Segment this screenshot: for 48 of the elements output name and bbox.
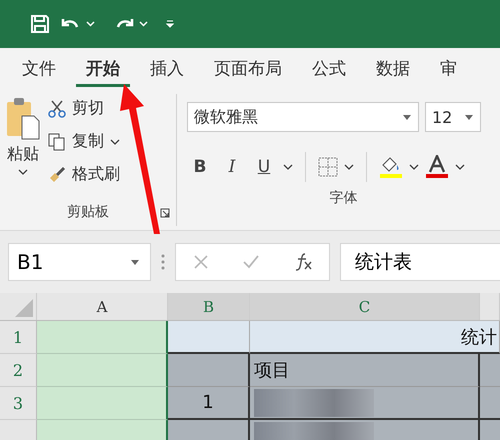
group-label: 剪贴板 [67, 203, 109, 221]
ribbon-tab[interactable]: 审 [430, 51, 467, 87]
table-cell: 1 [168, 387, 250, 420]
italic-button[interactable]: I [219, 157, 245, 177]
font-size-field[interactable]: 12 [425, 102, 481, 132]
ribbon-tab[interactable]: 页面布局 [204, 51, 292, 87]
cut-button[interactable]: 剪切 [46, 94, 122, 123]
dialog-launcher-icon[interactable] [160, 208, 170, 218]
font-name-field[interactable]: 微软雅黑 [187, 102, 419, 132]
fill-color-icon[interactable] [379, 155, 403, 179]
caret-icon[interactable] [455, 164, 465, 170]
scissors-icon [48, 100, 66, 118]
customize-icon[interactable] [166, 20, 174, 28]
table-cell: 统计 [250, 321, 500, 354]
clipboard-icon [6, 96, 40, 140]
column-header[interactable]: B [168, 293, 250, 320]
ribbon-tab[interactable]: 插入 [140, 51, 194, 87]
copy-button[interactable]: 复制 [46, 127, 122, 156]
ribbon-tab[interactable]: 文件 [12, 51, 66, 87]
dropdown-icon [130, 258, 140, 266]
format-painter-button[interactable]: 格式刷 [46, 160, 122, 189]
dropdown-icon [402, 114, 412, 120]
brush-icon [48, 166, 66, 184]
group-label: 字体 [330, 189, 358, 207]
save-icon[interactable] [30, 14, 50, 34]
ribbon-tab[interactable]: 公式 [302, 51, 356, 87]
grip-icon [161, 253, 165, 271]
row-header[interactable]: 2 [0, 354, 37, 387]
underline-button[interactable]: U [251, 157, 277, 177]
caret-icon[interactable] [283, 164, 293, 170]
name-box[interactable]: B1 [8, 243, 151, 281]
ribbon-tab[interactable]: 数据 [366, 51, 420, 87]
column-header[interactable]: C [250, 293, 480, 320]
row-header[interactable]: 3 [0, 387, 37, 420]
check-icon[interactable] [242, 254, 260, 270]
caret-icon[interactable] [409, 164, 419, 170]
caret-icon [110, 138, 120, 144]
table-cell: 项目 [250, 354, 480, 387]
formula-field[interactable]: 统计表 [340, 243, 500, 281]
copy-icon [48, 132, 66, 150]
row-header[interactable]: 1 [0, 321, 37, 354]
caret-icon [18, 169, 28, 175]
bold-button[interactable]: B [187, 157, 213, 177]
paste-button[interactable]: 粘贴 [0, 94, 46, 198]
font-color-icon[interactable] [425, 155, 449, 179]
caret-icon[interactable] [344, 164, 354, 170]
dropdown-icon [464, 114, 474, 120]
borders-icon[interactable] [318, 157, 338, 177]
